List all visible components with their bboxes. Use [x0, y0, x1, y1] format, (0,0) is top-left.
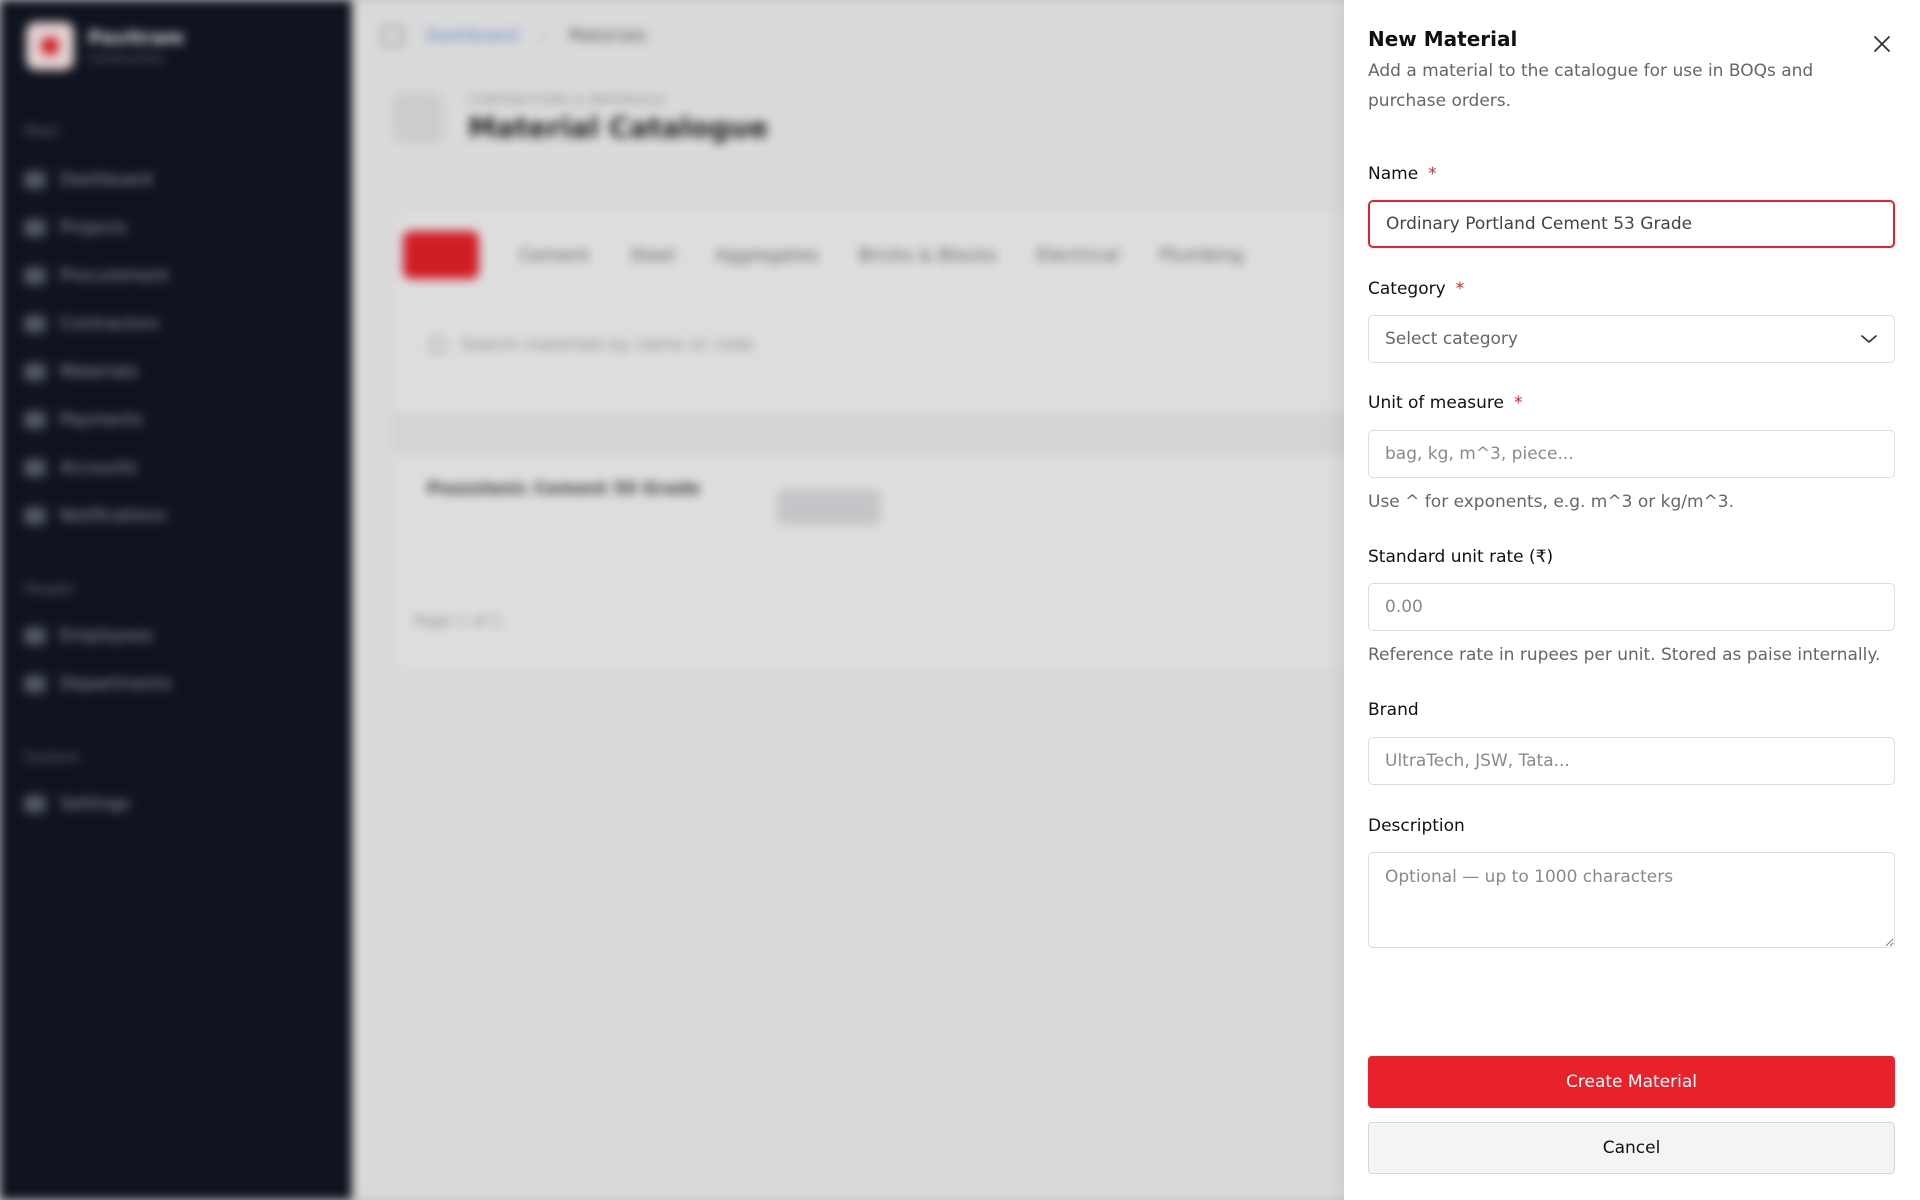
name-input[interactable]	[1368, 200, 1895, 248]
rate-input[interactable]	[1368, 583, 1895, 631]
chevron-down-icon	[1861, 335, 1877, 343]
description-label: Description	[1368, 816, 1465, 836]
brand-label: Brand	[1368, 700, 1419, 720]
name-label-text: Name	[1368, 164, 1419, 184]
close-icon	[1874, 36, 1890, 52]
category-select-value: Select category	[1385, 329, 1518, 349]
rate-label: Standard unit rate (₹)	[1368, 547, 1553, 567]
drawer-description: Add a material to the catalogue for use …	[1368, 61, 1814, 111]
close-button[interactable]	[1864, 26, 1900, 62]
drawer-title: New Material	[1368, 27, 1518, 51]
brand-label-text: Brand	[1368, 700, 1419, 720]
new-material-drawer: New Material Add a material to the catal…	[1344, 0, 1920, 1200]
uom-label-text: Unit of measure	[1368, 393, 1504, 413]
create-material-button[interactable]: Create Material	[1368, 1056, 1895, 1108]
required-mark: *	[1428, 164, 1437, 184]
category-label-text: Category	[1368, 279, 1446, 299]
brand-input[interactable]	[1368, 737, 1895, 785]
category-select[interactable]: Select category	[1368, 315, 1895, 363]
rate-hint: Reference rate in rupees per unit. Store…	[1368, 645, 1881, 665]
uom-input[interactable]	[1368, 430, 1895, 478]
description-textarea[interactable]	[1368, 852, 1895, 948]
name-label: Name *	[1368, 164, 1437, 184]
uom-hint: Use ^ for exponents, e.g. m^3 or kg/m^3.	[1368, 492, 1735, 512]
cancel-button[interactable]: Cancel	[1368, 1122, 1895, 1174]
required-mark: *	[1513, 393, 1523, 413]
rate-label-text: Standard unit rate (₹)	[1368, 547, 1554, 567]
required-mark: *	[1455, 279, 1465, 299]
uom-label: Unit of measure *	[1368, 393, 1522, 413]
category-label: Category *	[1368, 279, 1464, 299]
description-label-text: Description	[1368, 816, 1465, 836]
